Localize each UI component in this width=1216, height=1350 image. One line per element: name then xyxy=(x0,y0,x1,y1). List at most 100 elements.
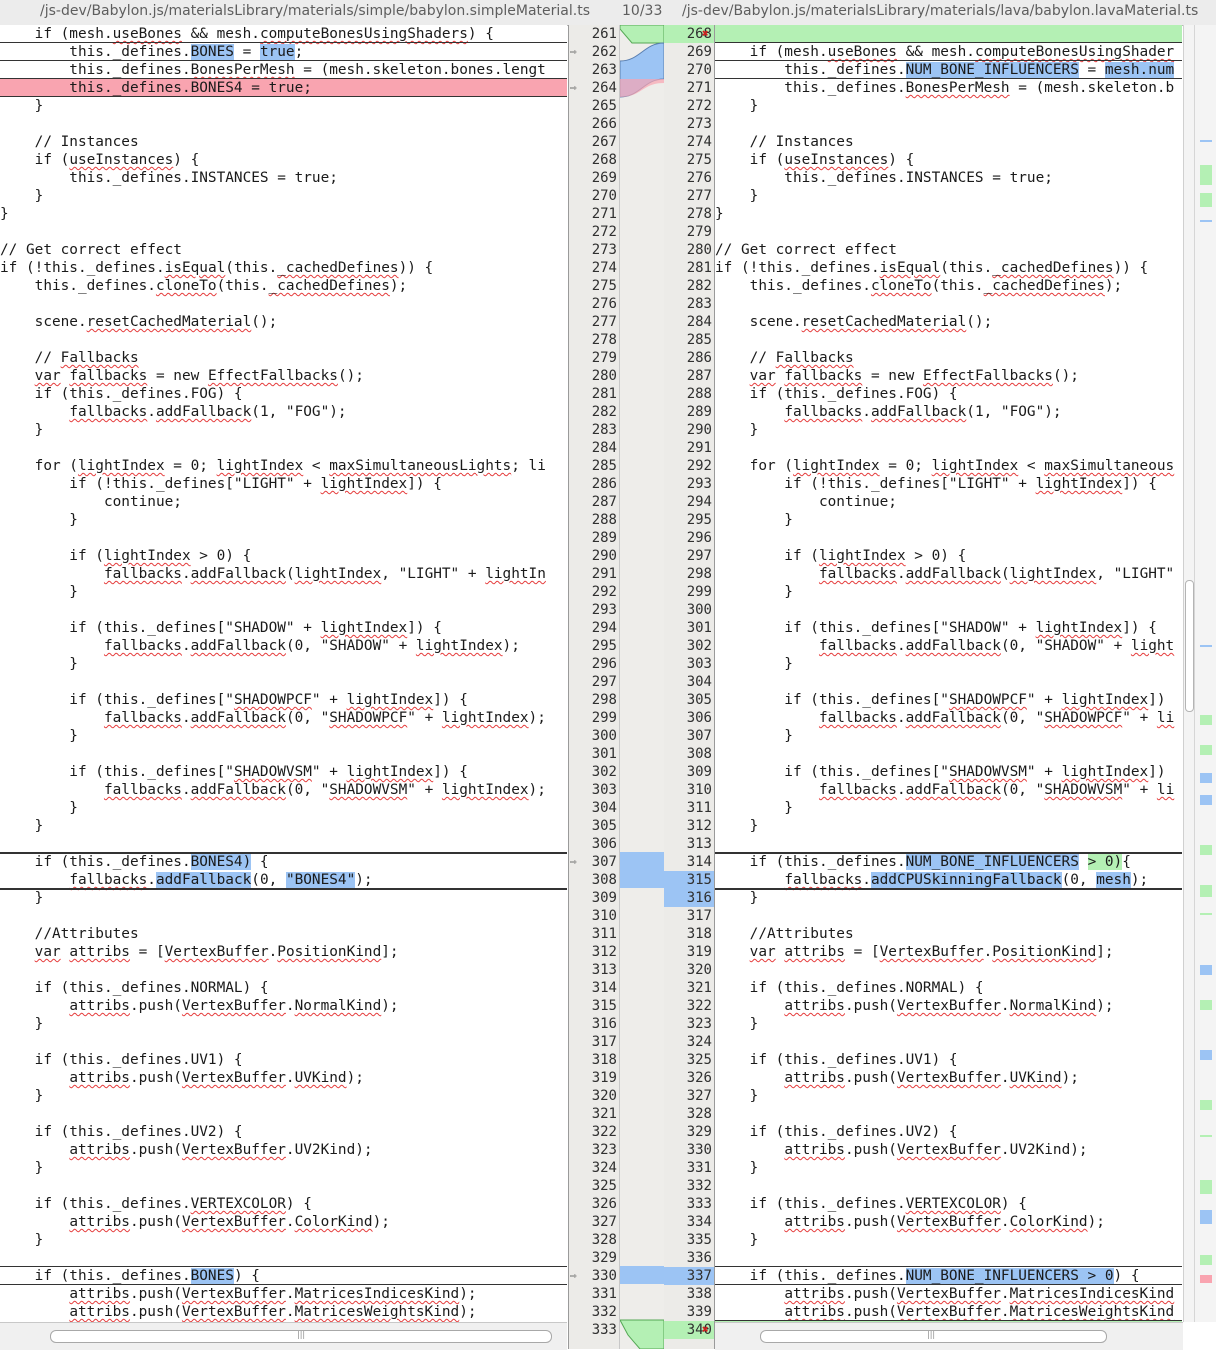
code-line[interactable]: if (mesh.useBones && mesh.computeBonesUs… xyxy=(0,25,567,43)
vertical-scrollbar[interactable] xyxy=(1183,25,1194,1322)
code-line[interactable]: attribs.push(VertexBuffer.ColorKind); xyxy=(0,1213,567,1231)
code-line[interactable]: } xyxy=(0,187,567,205)
code-line[interactable] xyxy=(0,673,567,691)
arrow-right-icon[interactable]: ⇨ xyxy=(570,1267,577,1285)
code-line[interactable]: if (this._defines.NORMAL) { xyxy=(0,979,567,997)
code-line[interactable]: } xyxy=(715,889,1182,907)
code-line[interactable]: continue; xyxy=(715,493,1182,511)
code-line[interactable] xyxy=(715,439,1182,457)
code-line[interactable]: if (!this._defines["LIGHT" + lightIndex]… xyxy=(0,475,567,493)
code-line[interactable]: if (this._defines.UV2) { xyxy=(715,1123,1182,1141)
left-code-pane[interactable]: if (mesh.useBones && mesh.computeBonesUs… xyxy=(0,25,567,1322)
vertical-scroll-thumb[interactable] xyxy=(1185,580,1194,712)
code-line[interactable]: fallbacks.addFallback(0, "SHADOWVSM" + l… xyxy=(0,781,567,799)
code-line[interactable]: if (mesh.useBones && mesh.computeBonesUs… xyxy=(715,43,1182,61)
code-line[interactable]: } xyxy=(0,97,567,115)
code-line[interactable] xyxy=(0,745,567,763)
code-line[interactable]: var attribs = [VertexBuffer.PositionKind… xyxy=(0,943,567,961)
code-line[interactable] xyxy=(715,1033,1182,1051)
code-line[interactable]: continue; xyxy=(0,493,567,511)
code-line[interactable]: attribs.push(VertexBuffer.UVKind); xyxy=(0,1069,567,1087)
code-line[interactable]: if (useInstances) { xyxy=(0,151,567,169)
code-line[interactable]: } xyxy=(0,1231,567,1249)
code-line[interactable]: if (lightIndex > 0) { xyxy=(0,547,567,565)
code-line[interactable] xyxy=(0,439,567,457)
code-line[interactable]: } xyxy=(715,1159,1182,1177)
code-line[interactable]: if (this._defines["SHADOWVSM" + lightInd… xyxy=(715,763,1182,781)
code-line[interactable]: if (this._defines.BONES) { xyxy=(0,1267,567,1285)
code-line[interactable]: fallbacks.addFallback(lightIndex, "LIGHT… xyxy=(715,565,1182,583)
code-line[interactable]: } xyxy=(715,511,1182,529)
code-line[interactable]: scene.resetCachedMaterial(); xyxy=(0,313,567,331)
arrow-right-icon[interactable]: ⇨ xyxy=(570,79,577,97)
code-line[interactable] xyxy=(715,1249,1182,1267)
code-line[interactable]: if (this._defines.NUM_BONE_INFLUENCERS >… xyxy=(715,853,1182,871)
code-line[interactable]: } xyxy=(0,799,567,817)
code-line[interactable] xyxy=(715,223,1182,241)
code-line[interactable]: // Fallbacks xyxy=(715,349,1182,367)
code-line[interactable]: if (this._defines.BONES4) { xyxy=(0,853,567,871)
code-line[interactable]: attribs.push(VertexBuffer.ColorKind); xyxy=(715,1213,1182,1231)
code-line[interactable]: this._defines.INSTANCES = true; xyxy=(715,169,1182,187)
code-line[interactable]: this._defines.BonesPerMesh = (mesh.skele… xyxy=(715,79,1182,97)
code-line[interactable]: if (this._defines.FOG) { xyxy=(715,385,1182,403)
code-line[interactable]: // Instances xyxy=(0,133,567,151)
code-line[interactable]: fallbacks.addFallback(0, "BONES4"); xyxy=(0,871,567,889)
code-line[interactable]: if (lightIndex > 0) { xyxy=(715,547,1182,565)
code-line[interactable] xyxy=(0,907,567,925)
code-line[interactable]: } xyxy=(0,889,567,907)
code-line[interactable] xyxy=(0,1105,567,1123)
code-line[interactable] xyxy=(0,331,567,349)
code-line[interactable]: attribs.push(VertexBuffer.MatricesWeight… xyxy=(715,1303,1182,1321)
code-line[interactable]: fallbacks.addFallback(0, "SHADOWVSM" + l… xyxy=(715,781,1182,799)
code-line[interactable]: // Get correct effect xyxy=(715,241,1182,259)
code-line[interactable] xyxy=(0,295,567,313)
code-line[interactable]: fallbacks.addFallback(1, "FOG"); xyxy=(715,403,1182,421)
code-line[interactable]: var attribs = [VertexBuffer.PositionKind… xyxy=(715,943,1182,961)
code-line[interactable]: if (this._defines.FOG) { xyxy=(0,385,567,403)
code-line[interactable]: } xyxy=(715,97,1182,115)
code-line[interactable]: } xyxy=(715,583,1182,601)
code-line[interactable]: this._defines.BONES = true; xyxy=(0,43,567,61)
code-line[interactable]: } xyxy=(715,727,1182,745)
code-line[interactable] xyxy=(0,115,567,133)
code-line[interactable]: if (this._defines["SHADOW" + lightIndex]… xyxy=(715,619,1182,637)
code-line[interactable]: fallbacks.addFallback(0, "SHADOWPCF" + l… xyxy=(715,709,1182,727)
right-code-pane[interactable]: if (mesh.useBones && mesh.computeBonesUs… xyxy=(715,25,1182,1322)
code-line[interactable]: if (this._defines.NORMAL) { xyxy=(715,979,1182,997)
code-line[interactable]: if (this._defines["SHADOWPCF" + lightInd… xyxy=(0,691,567,709)
code-line[interactable]: fallbacks.addFallback(0, "SHADOWPCF" + l… xyxy=(0,709,567,727)
code-line[interactable]: } xyxy=(0,583,567,601)
code-line[interactable]: } xyxy=(715,205,1182,223)
code-line[interactable] xyxy=(715,1177,1182,1195)
code-line[interactable]: this._defines.NUM_BONE_INFLUENCERS = mes… xyxy=(715,61,1182,79)
code-line[interactable]: attribs.push(VertexBuffer.MatricesWeight… xyxy=(0,1303,567,1321)
code-line[interactable] xyxy=(715,25,1182,43)
code-line[interactable]: attribs.push(VertexBuffer.UV2Kind); xyxy=(0,1141,567,1159)
code-line[interactable]: if (this._defines["SHADOWPCF" + lightInd… xyxy=(715,691,1182,709)
code-line[interactable]: var fallbacks = new EffectFallbacks(); xyxy=(0,367,567,385)
code-line[interactable]: } xyxy=(715,187,1182,205)
code-line[interactable] xyxy=(0,1249,567,1267)
code-line[interactable] xyxy=(0,1033,567,1051)
code-line[interactable]: fallbacks.addFallback(lightIndex, "LIGHT… xyxy=(0,565,567,583)
close-icon[interactable]: ✖ xyxy=(702,1321,709,1339)
code-line[interactable]: this._defines.BONES4 = true; xyxy=(0,79,567,97)
code-line[interactable]: if (this._defines.UV1) { xyxy=(0,1051,567,1069)
code-line[interactable]: if (this._defines.UV2) { xyxy=(0,1123,567,1141)
code-line[interactable]: } xyxy=(715,655,1182,673)
code-line[interactable]: } xyxy=(715,421,1182,439)
code-line[interactable]: if (this._defines.UV1) { xyxy=(715,1051,1182,1069)
code-line[interactable]: scene.resetCachedMaterial(); xyxy=(715,313,1182,331)
code-line[interactable]: if (useInstances) { xyxy=(715,151,1182,169)
code-line[interactable]: if (!this._defines.isEqual(this._cachedD… xyxy=(0,259,567,277)
code-line[interactable]: this._defines.INSTANCES = true; xyxy=(0,169,567,187)
code-line[interactable]: attribs.push(VertexBuffer.UV2Kind); xyxy=(715,1141,1182,1159)
code-line[interactable] xyxy=(715,745,1182,763)
code-line[interactable] xyxy=(715,835,1182,853)
code-line[interactable] xyxy=(0,601,567,619)
code-line[interactable]: attribs.push(VertexBuffer.MatricesIndice… xyxy=(715,1285,1182,1303)
arrow-right-icon[interactable]: ⇨ xyxy=(570,43,577,61)
arrow-right-icon[interactable]: ⇨ xyxy=(570,853,577,871)
code-line[interactable]: } xyxy=(0,1087,567,1105)
